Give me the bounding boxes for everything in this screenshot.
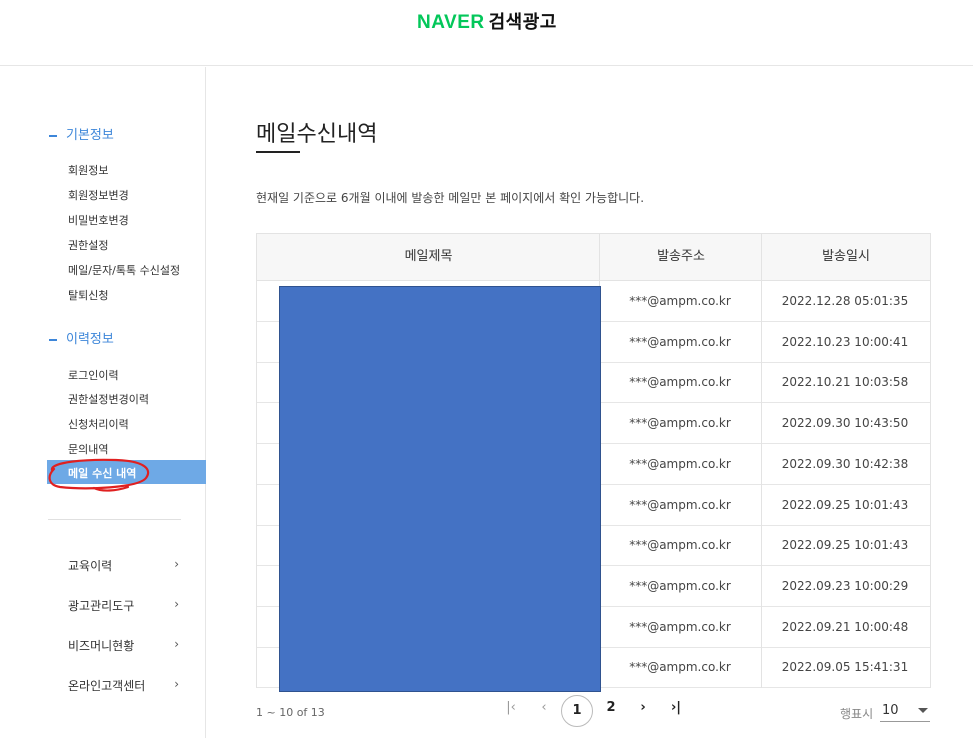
column-header-date: 발송일시 <box>822 249 870 264</box>
cell-sender: ***@ampm.co.kr <box>629 294 731 308</box>
cell-date: 2022.09.21 10:00:48 <box>781 619 909 634</box>
sidebar-link-customer-center[interactable]: 온라인고객센터 › <box>68 677 183 694</box>
chevron-right-icon: › <box>174 637 179 651</box>
cell-sender: ***@ampm.co.kr <box>629 416 731 431</box>
cell-date: 2022.09.05 15:41:31 <box>781 660 909 675</box>
dropdown-caret-icon <box>918 708 928 713</box>
page-title: 메일수신내역 <box>256 122 378 147</box>
cell-sender: ***@ampm.co.kr <box>629 334 731 349</box>
sidebar-link-bizmoney[interactable]: 비즈머니현황 › <box>68 637 183 654</box>
page-button-2[interactable]: 2 <box>601 700 621 715</box>
sidebar-link-ad-tools[interactable]: 광고관리도구 › <box>68 597 183 614</box>
cell-sender: ***@ampm.co.kr <box>629 456 731 471</box>
sidebar-item-password-change[interactable]: 비밀번호변경 <box>68 212 129 228</box>
dash-icon <box>49 338 57 341</box>
cell-date: 2022.09.25 10:01:43 <box>781 497 909 512</box>
title-underline <box>256 151 300 153</box>
chevron-right-icon: › <box>174 677 179 691</box>
table-header: 메일제목 발송주소 발송일시 <box>256 233 931 281</box>
cell-sender: ***@ampm.co.kr <box>629 619 731 634</box>
next-page-icon[interactable]: › <box>633 700 653 715</box>
section-title-history[interactable]: 이력정보 <box>49 328 114 347</box>
cell-date: 2022.10.21 10:03:58 <box>781 375 909 390</box>
sidebar-item-permission-history[interactable]: 권한설정변경이력 <box>68 391 149 407</box>
page-description: 현재일 기준으로 6개월 이내에 발송한 메일만 본 페이지에서 확인 가능합니… <box>256 191 645 205</box>
sidebar-item-member-info[interactable]: 회원정보 <box>68 162 108 178</box>
cell-date: 2022.10.23 10:00:41 <box>781 334 909 349</box>
table-border-left <box>256 233 257 688</box>
sidebar-item-login-history[interactable]: 로그인이력 <box>68 367 119 383</box>
rows-per-page-select[interactable]: 10 <box>880 700 930 722</box>
prev-page-icon[interactable]: ‹ <box>534 700 554 715</box>
sidebar-item-member-info-edit[interactable]: 회원정보변경 <box>68 187 129 203</box>
sidebar-item-inquiry-history[interactable]: 문의내역 <box>68 441 108 457</box>
cell-sender: ***@ampm.co.kr <box>629 578 731 593</box>
cell-date: 2022.09.23 10:00:29 <box>781 578 909 593</box>
top-header: NAVER 검색광고 <box>0 0 973 66</box>
sidebar-link-education[interactable]: 교육이력 › <box>68 557 183 574</box>
first-page-icon[interactable]: |‹ <box>501 700 521 715</box>
column-divider <box>761 233 762 688</box>
sidebar-item-mail-history[interactable]: 메일 수신 내역 <box>47 460 206 484</box>
cell-sender: ***@ampm.co.kr <box>629 375 731 390</box>
cell-date: 2022.12.28 05:01:35 <box>781 294 909 308</box>
table-border-right <box>930 233 931 688</box>
cell-date: 2022.09.30 10:42:38 <box>781 456 909 471</box>
chevron-right-icon: › <box>174 597 179 611</box>
brand-logo: NAVER <box>417 12 485 33</box>
section-title-basic-info[interactable]: 기본정보 <box>49 124 114 143</box>
rows-per-page-label: 행표시 <box>840 707 874 721</box>
chevron-right-icon: › <box>174 557 179 571</box>
product-name: 검색광고 <box>488 12 557 33</box>
cell-date: 2022.09.25 10:01:43 <box>781 538 909 553</box>
cell-date: 2022.09.30 10:43:50 <box>781 416 909 431</box>
column-header-sender: 발송주소 <box>657 249 705 264</box>
column-header-subject: 메일제목 <box>404 249 453 264</box>
pagination-range: 1 ~ 10 of 13 <box>256 706 325 719</box>
logo[interactable]: NAVER 검색광고 <box>417 8 557 34</box>
sidebar-item-permission-settings[interactable]: 권한설정 <box>68 237 108 253</box>
sidebar-item-notification-settings[interactable]: 메일/문자/톡톡 수신설정 <box>68 262 180 278</box>
last-page-icon[interactable]: ›| <box>666 700 686 715</box>
cell-sender: ***@ampm.co.kr <box>629 660 731 675</box>
cell-sender: ***@ampm.co.kr <box>629 538 731 553</box>
dash-icon <box>49 134 57 137</box>
cell-sender: ***@ampm.co.kr <box>629 497 731 512</box>
sidebar-item-request-history[interactable]: 신청처리이력 <box>68 416 129 432</box>
sidebar-item-withdrawal[interactable]: 탈퇴신청 <box>68 287 108 303</box>
redaction-box <box>279 286 601 692</box>
sidebar-divider <box>48 519 181 520</box>
page-button-1[interactable]: 1 <box>561 695 593 727</box>
